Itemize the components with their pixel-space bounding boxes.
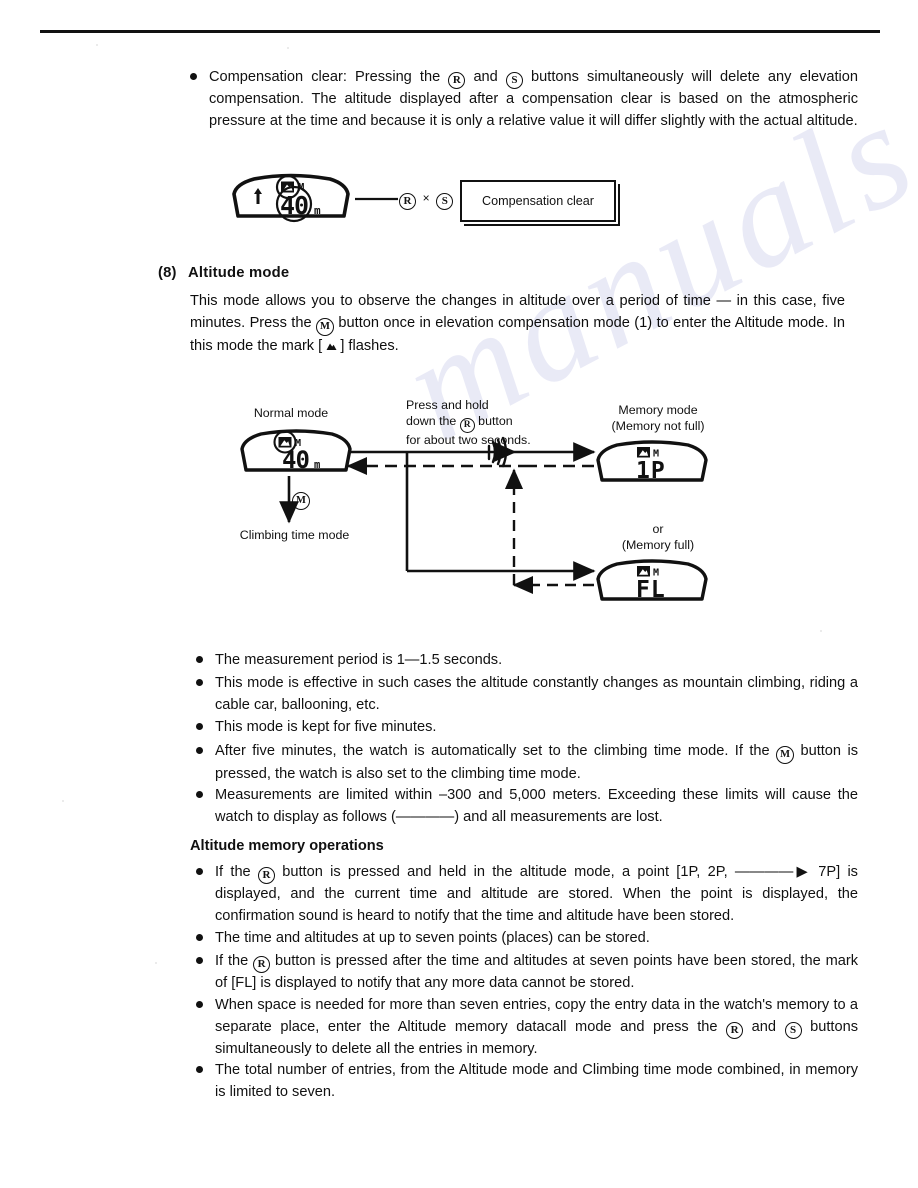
memory-point-value: 1P (636, 458, 666, 484)
section-intro: This mode allows you to observe the chan… (190, 291, 845, 357)
watch-display-memory-mode: M 1P (596, 440, 708, 488)
altitude-unit: m (314, 459, 320, 471)
r-button-icon: R (253, 956, 271, 973)
scan-speck (155, 962, 157, 964)
memory-full-value: FL (636, 577, 666, 603)
memory-op-fl-mark: If the R button is pressed after the tim… (196, 951, 858, 995)
memory-full-label: (Memory full) (621, 537, 695, 552)
altitude-value: 40 (280, 191, 308, 220)
text-fragment: If the (215, 953, 254, 969)
memory-op-text: If the R button is pressed after the tim… (215, 951, 858, 995)
bullet-dot (196, 1001, 203, 1008)
r-button-icon: R (726, 1021, 744, 1039)
r-button-icon: R (399, 193, 416, 210)
compensation-clear-box-label: Compensation clear (481, 194, 594, 208)
scan-speck (287, 47, 289, 49)
note-measurement-limits: Measurements are limited within –300 and… (196, 785, 858, 828)
memory-op-seven-points: The time and altitudes at up to seven po… (196, 928, 858, 950)
text-fragment: and (743, 1018, 785, 1035)
bullet-dot (190, 73, 197, 80)
bullet-dot (196, 934, 203, 941)
compensation-clear-box: Compensation clear (460, 180, 616, 222)
text-fragment: After five minutes, the watch is automat… (215, 743, 777, 759)
note-effective-cases: This mode is effective in such cases the… (196, 673, 858, 716)
bullet-dot (196, 1066, 203, 1073)
section-title: Altitude mode (188, 265, 290, 281)
note-text: This mode is kept for five minutes. (215, 719, 437, 735)
watch-display-memory-full: M FL (596, 559, 708, 607)
bullet-dot (196, 868, 203, 875)
watch-display-compensation: M 40 m (232, 172, 352, 224)
memory-mode-line-1: Memory mode (618, 403, 698, 417)
r-button-icon: R (459, 417, 475, 433)
memory-op-text: When space is needed for more than seven… (215, 995, 858, 1060)
mountain-mark-icon (326, 342, 337, 350)
memory-full-caption: or (Memory full) (578, 522, 738, 553)
m-button-marker: M (292, 488, 310, 510)
watch-display-normal-mode: M 40 m (240, 428, 352, 478)
text-fragment: button is pressed after the time and alt… (215, 953, 859, 991)
s-button-icon: S (436, 193, 454, 210)
bullet-dot (196, 957, 203, 964)
memory-mode-line-2: (Memory not full) (611, 418, 705, 433)
bullet-dot (196, 723, 203, 730)
or-label: or (652, 522, 664, 536)
scan-speck (820, 630, 822, 632)
s-button-icon: S (505, 72, 523, 89)
section-number: (8) (158, 265, 177, 281)
press-hold-line-3: for about two seconds. (406, 432, 531, 447)
scan-speck (62, 800, 64, 802)
text-fragment: and (465, 69, 506, 85)
memory-mode-caption: Memory mode (Memory not full) (578, 403, 738, 434)
m-button-icon: M (292, 492, 310, 510)
normal-mode-label: Normal mode (253, 406, 329, 420)
document-page: manualshive.com Compensation clear: Pres… (0, 0, 918, 1188)
memory-op-copy-entries: When space is needed for more than seven… (196, 995, 858, 1060)
header-rule (40, 30, 880, 33)
bullet-compensation-clear: Compensation clear: Pressing the R and S… (190, 67, 858, 132)
text-fragment: ] flashes. (336, 337, 399, 354)
r-button-icon: R (448, 72, 466, 89)
bullet-dot (196, 791, 203, 798)
bullet-dot (196, 656, 203, 663)
climbing-time-mode-label: Climbing time mode (239, 528, 350, 542)
note-kept-five-minutes: This mode is kept for five minutes. (196, 717, 858, 739)
text-fragment: button (474, 413, 513, 428)
bullet-text: Compensation clear: Pressing the R and S… (209, 67, 858, 132)
note-text: After five minutes, the watch is automat… (215, 741, 858, 786)
s-button-icon: S (784, 1021, 802, 1039)
memory-operations-heading: Altitude memory operations (190, 838, 384, 854)
times-symbol: × (422, 191, 430, 205)
press-hold-line-1: Press and hold (406, 398, 489, 412)
memory-op-text: The total number of entries, from the Al… (215, 1062, 858, 1100)
note-text: The measurement period is 1—1.5 seconds. (215, 652, 503, 668)
bullet-dot (196, 679, 203, 686)
text-fragment: down the (406, 413, 460, 428)
text-fragment: button is pressed and held in the altitu… (215, 864, 858, 924)
m-button-icon: M (776, 746, 795, 764)
press-hold-caption: Press and hold down the R button for abo… (406, 398, 531, 448)
r-button-icon: R (257, 867, 275, 884)
memory-op-press-hold-r-point: If the R button is pressed and held in t… (196, 862, 858, 927)
memory-op-text: The time and altitudes at up to seven po… (215, 930, 650, 946)
bullet-dot (196, 747, 203, 754)
note-text: This mode is effective in such cases the… (215, 675, 858, 713)
altitude-unit: m (314, 204, 321, 217)
r-times-s-group: R × S (399, 190, 454, 210)
m-button-icon: M (316, 317, 335, 336)
memory-op-text: If the R button is pressed and held in t… (215, 862, 858, 927)
press-hold-line-2: down the R button (406, 414, 531, 433)
note-text: Measurements are limited within –300 and… (215, 787, 858, 825)
note-auto-climbing-time: After five minutes, the watch is automat… (196, 741, 858, 786)
text-fragment: If the (215, 864, 258, 880)
altitude-value: 40 (282, 446, 309, 474)
text-fragment: Compensation clear: Pressing the (209, 69, 449, 85)
note-measurement-period: The measurement period is 1—1.5 seconds. (196, 650, 858, 672)
memory-op-total-entries: The total number of entries, from the Al… (196, 1060, 858, 1103)
scan-speck (96, 44, 98, 46)
